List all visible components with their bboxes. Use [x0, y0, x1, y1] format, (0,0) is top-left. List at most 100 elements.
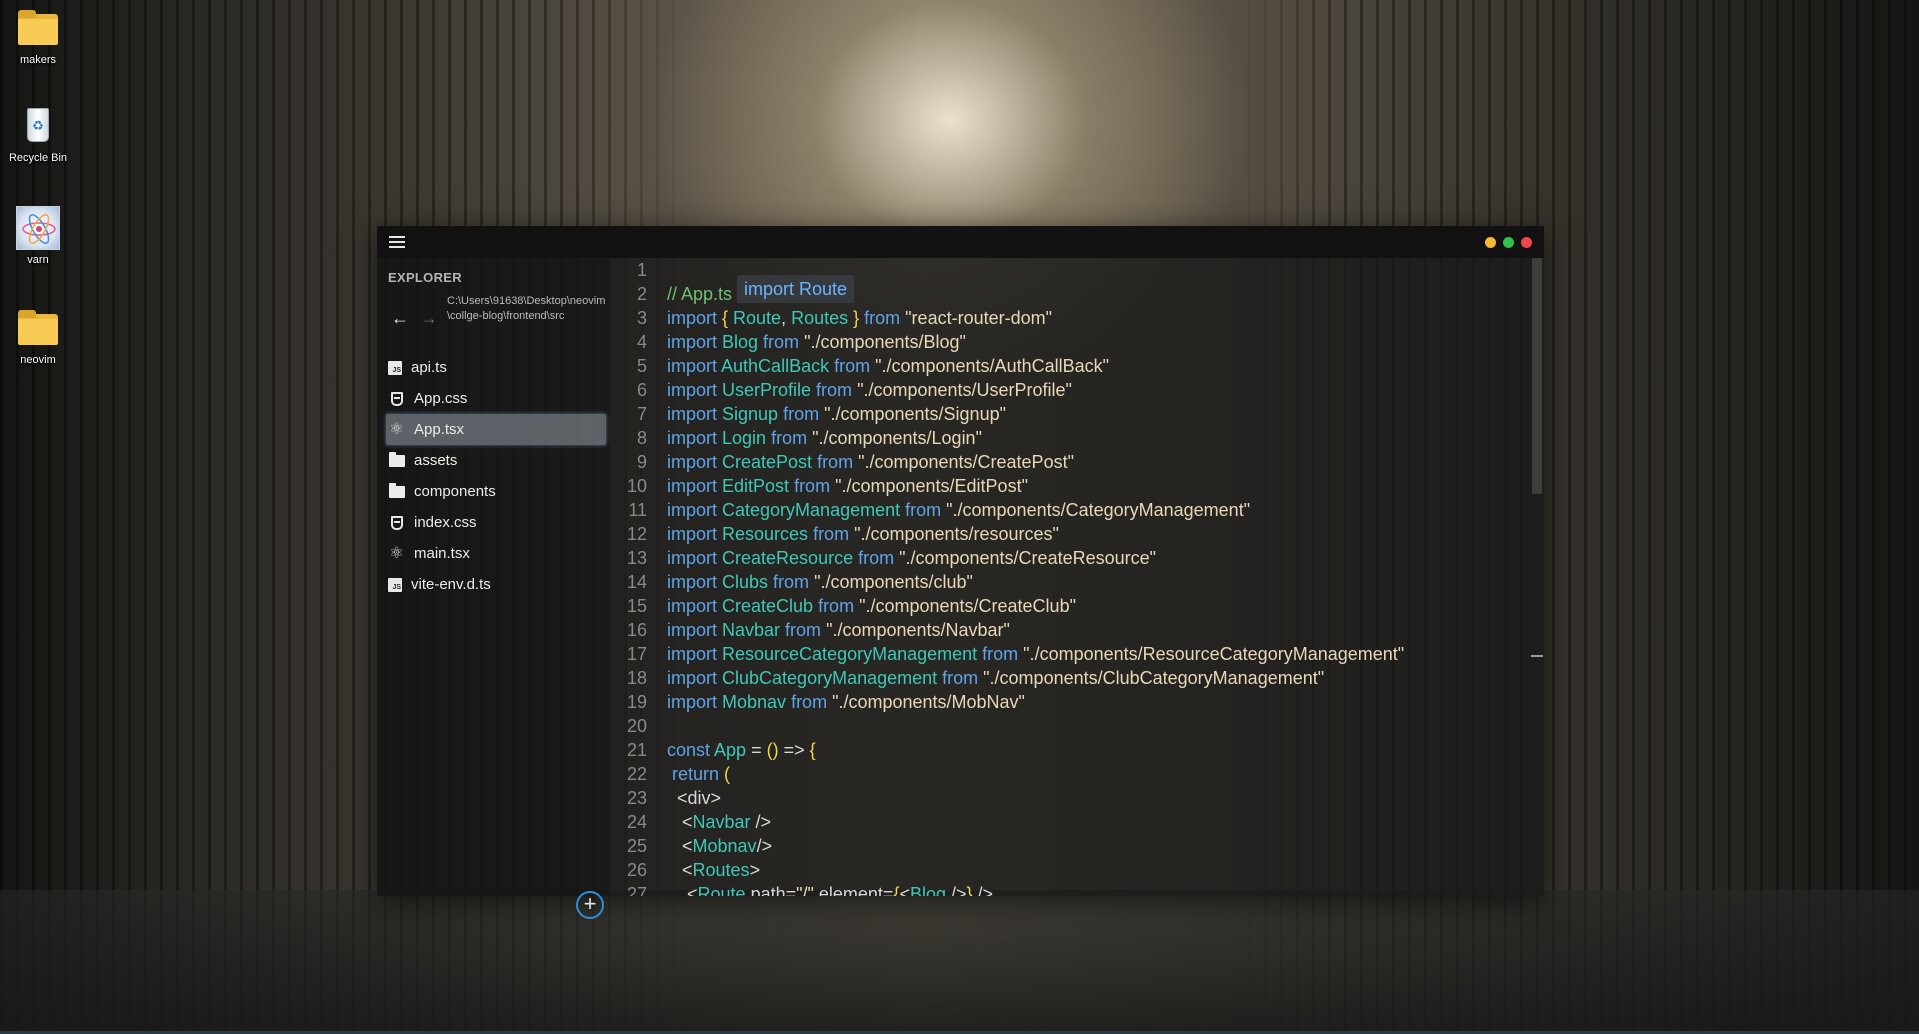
file-item-index-css[interactable]: index.css	[386, 507, 606, 538]
code-token: import	[667, 692, 723, 712]
code-line[interactable]: import ClubCategoryManagement from "./co…	[667, 666, 1530, 690]
code-line[interactable]: import Clubs from "./components/club"	[667, 570, 1530, 594]
code-token: App	[714, 740, 752, 760]
code-token: const	[667, 740, 715, 760]
code-token: import	[667, 476, 723, 496]
code-line[interactable]: import Signup from "./components/Signup"	[667, 402, 1530, 426]
line-number: 6	[636, 380, 647, 400]
code-token: from	[864, 308, 906, 328]
code-line[interactable]: import UserProfile from "./components/Us…	[667, 378, 1530, 402]
image-file-icon	[16, 206, 60, 250]
close-button[interactable]	[1521, 237, 1532, 248]
code-token: <	[667, 812, 693, 832]
code-token: Resources	[722, 524, 814, 544]
explorer-title: EXPLORER	[388, 270, 462, 285]
code-token: CreateClub	[722, 596, 819, 616]
code-line[interactable]: import Blog from "./components/Blog"	[667, 330, 1530, 354]
code-line[interactable]: import AuthCallBack from "./components/A…	[667, 354, 1530, 378]
desktop-icon-recycle-bin[interactable]: ♻ Recycle Bin	[4, 106, 72, 164]
folder-item-components[interactable]: components	[386, 476, 606, 507]
code-token: import	[667, 308, 723, 328]
code-token: {	[809, 740, 816, 760]
scrollbar-thumb[interactable]	[1532, 258, 1542, 494]
code-line[interactable]: import Resources from "./components/reso…	[667, 522, 1530, 546]
code-line[interactable]: import Mobnav from "./components/MobNav"	[667, 690, 1530, 714]
code-line[interactable]: <Routes>	[667, 858, 1530, 882]
code-token: "./components/CreateClub"	[859, 596, 1076, 616]
editor-scrollbar[interactable]	[1530, 258, 1544, 896]
code-token: "./components/AuthCallBack"	[875, 356, 1110, 376]
code-token: "react-router-dom"	[905, 308, 1052, 328]
line-number: 9	[636, 452, 647, 472]
code-token: "./components/club"	[814, 572, 973, 592]
code-token: />	[946, 884, 967, 896]
file-name: App.css	[414, 390, 468, 407]
code-token: Mobnav	[722, 692, 792, 712]
code-token: Route	[697, 884, 751, 896]
desktop-icon-label: makers	[19, 54, 57, 66]
code-line[interactable]: <Mobnav/>	[667, 834, 1530, 858]
line-number: 23	[626, 788, 647, 808]
code-token: />	[756, 836, 773, 856]
code-token: from	[783, 404, 825, 424]
file-item-api-ts[interactable]: JS api.ts	[386, 352, 606, 383]
file-item-app-tsx[interactable]: ⚛ App.tsx	[386, 414, 606, 445]
code-line[interactable]: <div>	[667, 786, 1530, 810]
file-item-app-css[interactable]: App.css	[386, 383, 606, 414]
file-item-main-tsx[interactable]: ⚛ main.tsx	[386, 538, 606, 569]
folder-item-assets[interactable]: assets	[386, 445, 606, 476]
hamburger-icon[interactable]	[389, 236, 405, 248]
code-line[interactable]: import CreateResource from "./components…	[667, 546, 1530, 570]
code-token: from	[791, 692, 833, 712]
code-token: Mobnav	[692, 836, 757, 856]
code-token: from	[834, 356, 876, 376]
code-token: />	[972, 884, 994, 896]
code-token: import	[667, 524, 723, 544]
window-controls	[1485, 237, 1532, 248]
line-number: 13	[626, 548, 647, 568]
back-arrow-icon[interactable]: ←	[391, 308, 409, 329]
code-line[interactable]: <Navbar />	[667, 810, 1530, 834]
code-line[interactable]: return (	[667, 762, 1530, 786]
file-item-vite-env[interactable]: JS vite-env.d.ts	[386, 569, 606, 600]
folder-icon	[388, 482, 405, 498]
code-area[interactable]: // App.ts import { Route, Routes } from "…	[667, 258, 1530, 896]
code-token: import	[667, 620, 723, 640]
minimize-button[interactable]	[1485, 237, 1496, 248]
desktop-icon-label: Recycle Bin	[8, 152, 68, 164]
maximize-button[interactable]	[1503, 237, 1514, 248]
code-token: import	[667, 644, 723, 664]
code-line[interactable]: import Login from "./components/Login"	[667, 426, 1530, 450]
add-file-button[interactable]: +	[576, 891, 604, 919]
code-line[interactable]: import CreateClub from "./components/Cre…	[667, 594, 1530, 618]
code-line[interactable]: import Navbar from "./components/Navbar"	[667, 618, 1530, 642]
code-token: CreateResource	[722, 548, 859, 568]
code-token: AuthCallBack	[721, 356, 835, 376]
code-token: <	[667, 884, 698, 896]
desktop-icon-makers[interactable]: makers	[4, 8, 72, 66]
code-line[interactable]: import CategoryManagement from "./compon…	[667, 498, 1530, 522]
code-line[interactable]: import { Route, Routes } from "react-rou…	[667, 306, 1530, 330]
code-token: import	[667, 428, 723, 448]
line-number: 4	[636, 332, 647, 352]
desktop-icon-neovim[interactable]: neovim	[4, 308, 72, 366]
recycle-bin-icon: ♻	[16, 106, 60, 146]
js-file-icon: JS	[388, 360, 402, 375]
code-editor[interactable]: 1 2 3 4 5 6 7 8 9 10 11 12 13 14 15 16 17 18 19 20 21 22 23 24 2…	[617, 258, 1530, 896]
code-line[interactable]: const App = () => {	[667, 738, 1530, 762]
react-file-icon: ⚛	[389, 420, 404, 438]
code-line[interactable]: import EditPost from "./components/EditP…	[667, 474, 1530, 498]
forward-arrow-icon[interactable]: →	[420, 308, 438, 329]
line-number: 27	[626, 884, 647, 896]
code-line[interactable]	[667, 714, 1530, 738]
code-line[interactable]: import CreatePost from "./components/Cre…	[667, 450, 1530, 474]
line-number: 17	[626, 644, 647, 664]
desktop-icon-label: neovim	[20, 354, 56, 366]
desktop-icon-varn[interactable]: varn	[4, 206, 72, 266]
line-number: 16	[626, 620, 647, 640]
code-line[interactable]: <Route path="/" element={<Blog />} />	[667, 882, 1530, 896]
code-line[interactable]: import ResourceCategoryManagement from "…	[667, 642, 1530, 666]
code-token: <	[667, 860, 693, 880]
code-token: import	[667, 596, 723, 616]
code-token: />	[750, 812, 772, 832]
